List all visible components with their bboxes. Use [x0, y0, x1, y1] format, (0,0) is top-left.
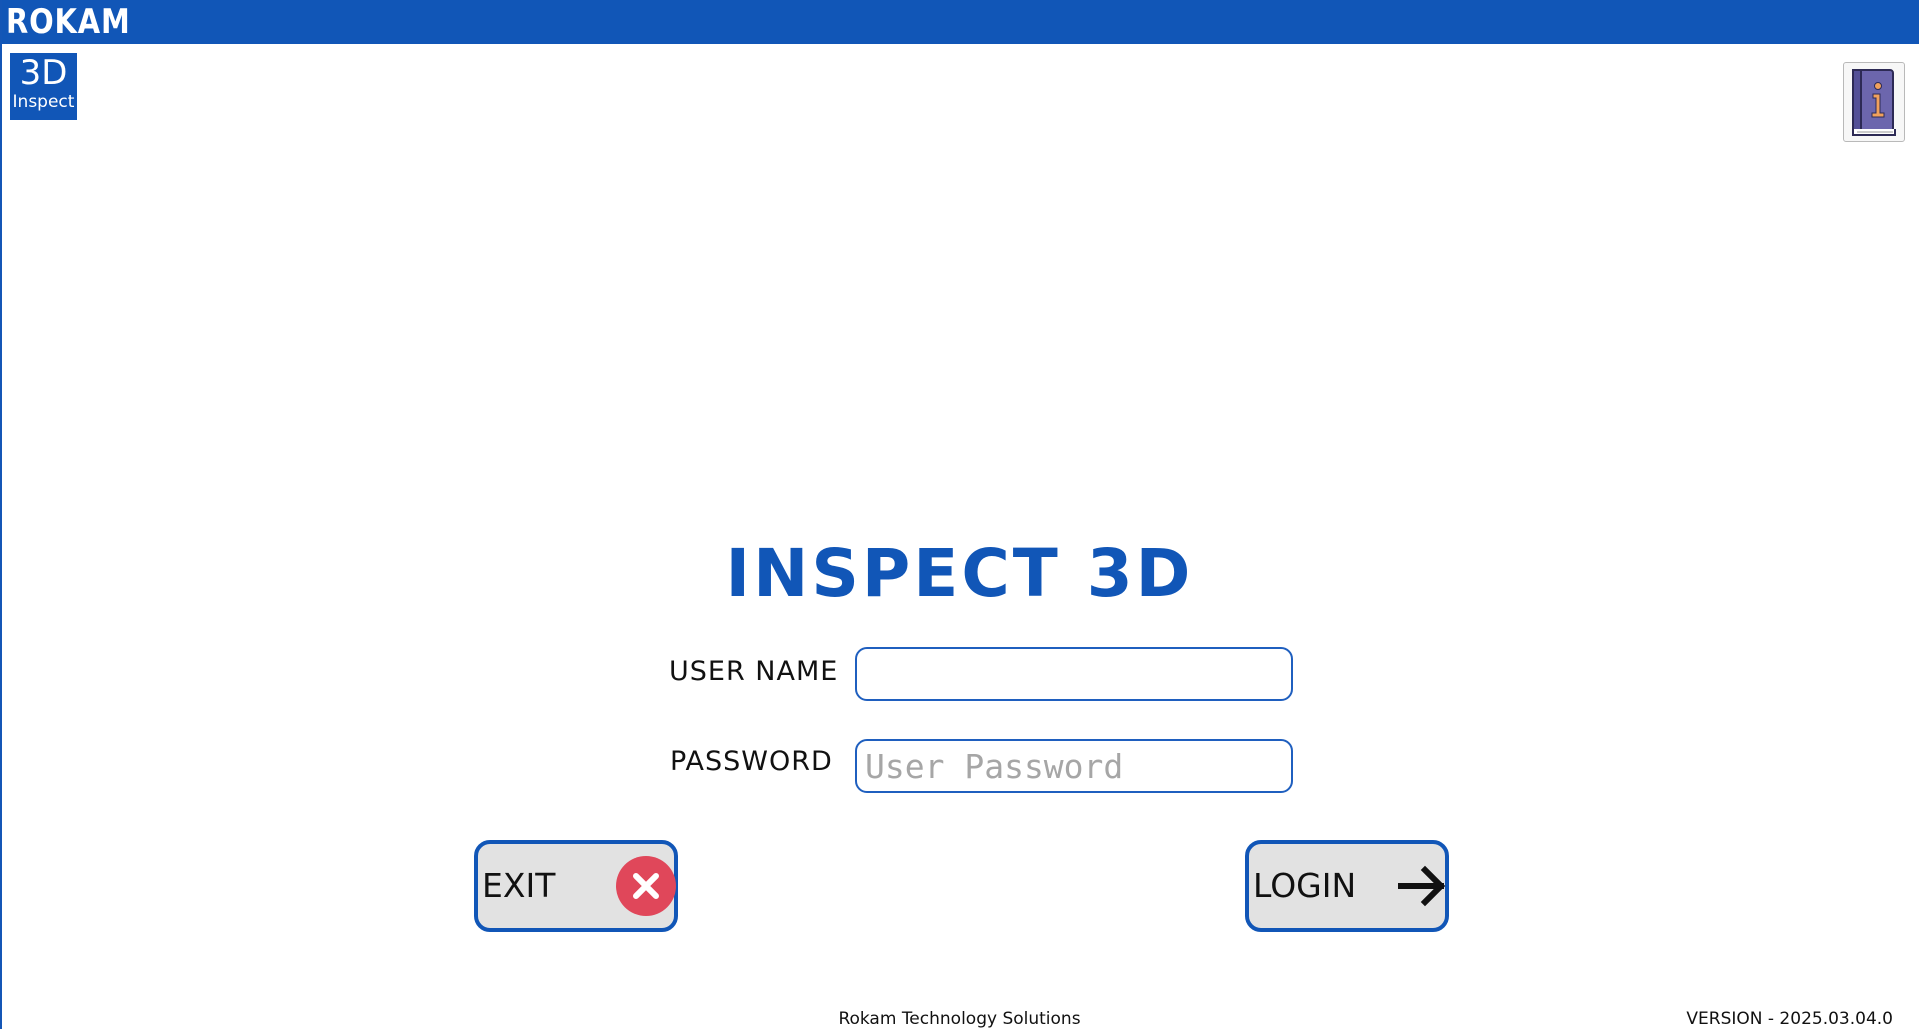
login-button[interactable]: LOGIN: [1245, 840, 1449, 932]
app-logo-inspect-text: Inspect: [10, 92, 77, 112]
login-button-label: LOGIN: [1253, 866, 1357, 905]
login-window: ROKAM 3D Inspect INSPECT 3D USER NAME PA…: [0, 0, 1919, 1029]
help-manual-button[interactable]: [1843, 62, 1905, 142]
app-title: INSPECT 3D: [725, 535, 1194, 612]
info-book-icon: [1852, 69, 1896, 136]
close-circle-icon: [616, 856, 676, 916]
exit-button[interactable]: EXIT: [474, 840, 678, 932]
app-logo: 3D Inspect: [10, 53, 77, 120]
arrow-right-icon: [1398, 865, 1446, 907]
company-name: Rokam Technology Solutions: [838, 1009, 1081, 1029]
username-input[interactable]: [855, 647, 1293, 701]
exit-button-label: EXIT: [482, 866, 556, 905]
brand-wordmark: ROKAM: [6, 2, 131, 42]
password-label: PASSWORD: [670, 746, 833, 777]
app-logo-3d-text: 3D: [19, 53, 68, 93]
version-label: VERSION - 2025.03.04.0: [1686, 1009, 1893, 1029]
title-bar: ROKAM: [0, 0, 1919, 44]
username-label: USER NAME: [669, 656, 839, 687]
window-left-border: [0, 0, 2, 1029]
password-input[interactable]: [855, 739, 1293, 793]
